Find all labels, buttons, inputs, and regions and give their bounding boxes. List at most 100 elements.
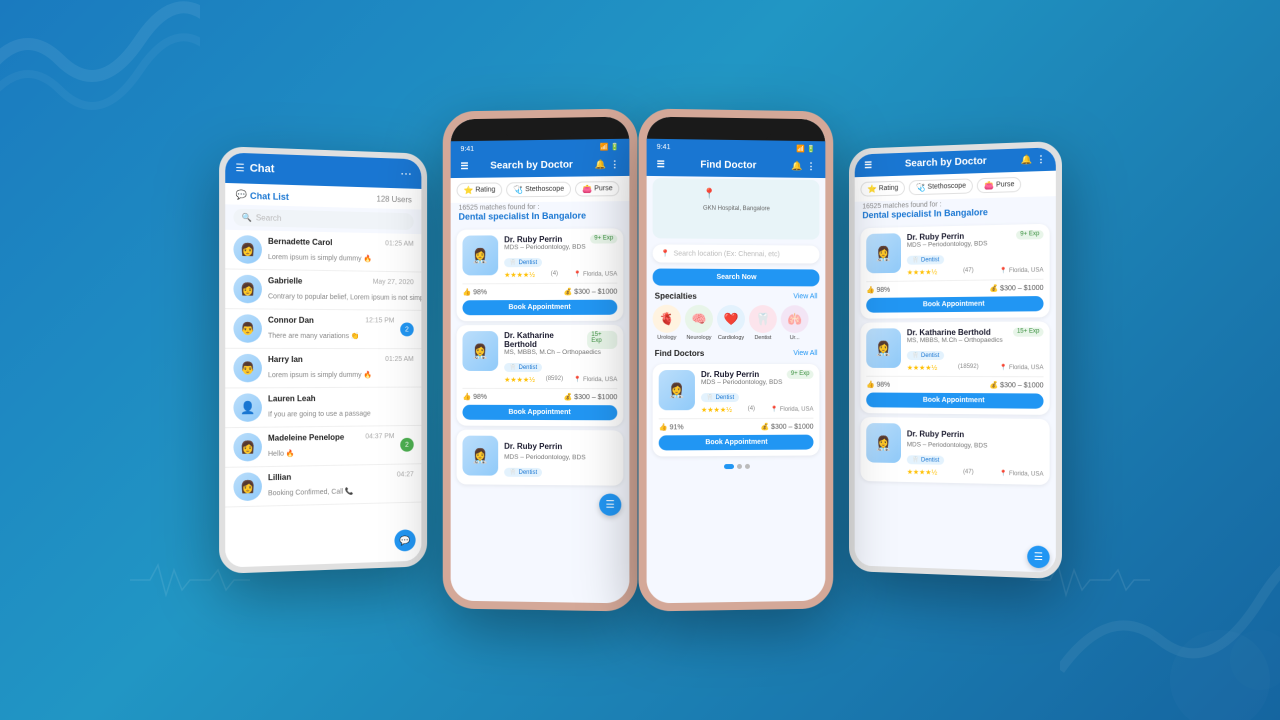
like-pct: 👍 98% — [866, 381, 890, 389]
chat-list-emoji: 💬 — [235, 189, 246, 200]
specialty-urology[interactable]: 🫀 Urology — [652, 305, 680, 341]
dentist-icon: 🦷 — [509, 364, 516, 371]
header-actions: 🔔 ⋮ — [1020, 154, 1045, 166]
filter-stethoscope[interactable]: 🩺 Stethoscope — [506, 182, 571, 198]
card-bottom: 👍 98% 💰 $300 – $1000 — [866, 376, 1043, 390]
book-appointment-btn[interactable]: Book Appointment — [658, 435, 813, 451]
chat-list-label: Chat List — [249, 190, 288, 201]
doctor-details: Dr. Ruby Perrin 9+ Exp MDS – Periodontol… — [700, 370, 813, 414]
phone-chat: ☰ Chat ⋯ 💬 Chat List 128 Users 🔍 Search — [219, 146, 427, 574]
doctor-spec: MDS – Periodontology, BDS — [906, 441, 1043, 450]
filter-label: Stethoscope — [927, 183, 965, 191]
chat-info-gabrielle: Gabrielle May 27, 2020 Contrary to popul… — [267, 276, 413, 305]
filter-label: Rating — [475, 187, 495, 194]
doctor-spec: MDS – Periodontology, BDS — [504, 454, 617, 462]
map-area: 📍 GKN Hospital, Bangalore — [652, 178, 819, 240]
filter-purse[interactable]: 👛 Purse — [976, 177, 1021, 193]
chat-fab-icon[interactable]: 💬 — [394, 529, 415, 551]
specialty-label: Neurology — [686, 335, 711, 341]
purse-icon: 👛 — [983, 181, 993, 190]
fab-button[interactable]: ☰ — [1027, 545, 1049, 568]
search-now-button[interactable]: Search Now — [652, 269, 819, 287]
price: 💰 $300 – $1000 — [563, 288, 617, 296]
doctor-spec: MDS – Periodontology, BDS — [906, 239, 1043, 249]
star-rating: ★★★★½ — [906, 364, 936, 372]
filter-rating[interactable]: ⭐ Rating — [860, 181, 905, 197]
notification-icon[interactable]: 🔔 — [594, 159, 605, 170]
chat-info-connor: Connor Dan 12:15 PM There are many varia… — [267, 315, 393, 343]
search-right-title: Search by Doctor — [904, 156, 986, 170]
chat-item-madeleine[interactable]: 👩 Madeleine Penelope 04:37 PM Hello 🔥 2 — [225, 426, 421, 468]
filter-rating[interactable]: ⭐ Rating — [456, 182, 502, 197]
fab-button[interactable]: ☰ — [599, 494, 621, 516]
filter-purse[interactable]: 👛 Purse — [575, 181, 620, 197]
find-header: ☰ Find Doctor 🔔 ⋮ — [646, 153, 825, 178]
reviews: (47) — [962, 469, 973, 477]
more-icon[interactable]: ⋮ — [806, 161, 815, 172]
specialty-dentist[interactable]: 🦷 Dentist — [748, 305, 776, 341]
location: 📍 Florida, USA — [999, 364, 1043, 372]
book-btn-r1[interactable]: Book Appointment — [866, 392, 1043, 408]
like-pct: 👍 98% — [462, 393, 486, 401]
menu-icon[interactable]: ☰ — [656, 159, 664, 170]
avatar-lillian: 👩 — [233, 472, 261, 501]
chat-item-gabrielle[interactable]: 👩 Gabrielle May 27, 2020 Contrary to pop… — [225, 269, 421, 310]
more-icon[interactable]: ⋮ — [1036, 154, 1045, 165]
view-all-specialties[interactable]: View All — [793, 293, 817, 300]
search-placeholder: Search — [255, 213, 281, 223]
book-btn[interactable]: Book Appointment — [462, 300, 617, 316]
contact-name: Bernadette Carol — [267, 236, 331, 246]
more-icon[interactable]: ⋮ — [610, 159, 619, 170]
doctor-name: Dr. Katharine Berthold — [906, 328, 990, 337]
card-top: 👩‍⚕️ Dr. Ruby Perrin 9+ Exp MDS – Period… — [462, 234, 617, 279]
notch — [504, 121, 574, 140]
notification-icon[interactable]: 🔔 — [791, 161, 802, 172]
location-search[interactable]: 📍 Search location (Ex: Chennai, etc) — [652, 244, 819, 263]
doctor-name: Dr. Ruby Perrin — [504, 235, 562, 244]
book-btn-r0[interactable]: Book Appointment — [866, 296, 1043, 313]
filter-stethoscope[interactable]: 🩺 Stethoscope — [908, 178, 972, 195]
status-time: 9:41 — [656, 143, 670, 150]
hamburger-icon[interactable]: ☰ — [235, 162, 244, 173]
specialty-icon: ❤️ — [717, 305, 745, 333]
filter-bar: ⭐ Rating 🩺 Stethoscope 👛 Purse — [450, 176, 629, 203]
notification-icon[interactable]: 🔔 — [1020, 154, 1031, 166]
specialty-icon: 🫀 — [652, 305, 680, 333]
doctor-card-2: 👩‍⚕️ Dr. Ruby Perrin MDS – Periodontolog… — [456, 430, 623, 486]
chat-item-lauren[interactable]: 👤 Lauren Leah If you are going to use a … — [225, 388, 421, 429]
filter-label: Stethoscope — [525, 186, 564, 193]
chat-item-bernadette[interactable]: 👩 Bernadette Carol 01:25 AM Lorem ipsum … — [225, 230, 421, 273]
name-row: Lauren Leah — [267, 393, 413, 403]
map-pin-icon: 📍 — [703, 189, 715, 200]
book-btn[interactable]: Book Appointment — [462, 405, 617, 421]
specialty-icon: 🦷 — [748, 305, 776, 333]
specialty-label: Urology — [657, 335, 676, 341]
chat-more-icon[interactable]: ⋯ — [400, 167, 412, 181]
doctor-details: Dr. Katharine Berthold 15+ Exp MS, MBBS,… — [906, 327, 1043, 372]
chat-search-bar[interactable]: 🔍 Search — [233, 209, 413, 230]
dentist-icon: 🦷 — [911, 352, 918, 359]
reviews: (8592) — [545, 376, 562, 384]
specialty-cardiology[interactable]: ❤️ Cardiology — [717, 305, 745, 341]
specialty-neurology[interactable]: 🧠 Neurology — [684, 305, 712, 341]
specialty-other[interactable]: 🫁 Ur... — [780, 305, 808, 341]
price: 💰 $300 – $1000 — [989, 284, 1043, 293]
notch — [701, 121, 771, 140]
status-time: 9:41 — [460, 145, 473, 152]
exp-badge: 9+ Exp — [1016, 230, 1043, 240]
menu-icon[interactable]: ☰ — [864, 160, 872, 171]
contact-name: Lillian — [267, 472, 290, 482]
message-time: 04:27 — [396, 471, 413, 478]
card-top: 👩‍⚕️ Dr. Ruby Perrin 9+ Exp MDS – Period… — [658, 370, 813, 414]
menu-icon[interactable]: ☰ — [460, 161, 468, 172]
reviews: (4) — [747, 406, 754, 414]
specialty-label: Ur... — [789, 335, 799, 341]
chat-item-lillian[interactable]: 👩 Lillian 04:27 Booking Confirmed, Call … — [225, 464, 421, 507]
chat-item-connor[interactable]: 👨 Connor Dan 12:15 PM There are many var… — [225, 309, 421, 349]
unread-badge: 2 — [400, 438, 413, 452]
exp-badge: 15+ Exp — [587, 331, 617, 349]
view-all-doctors[interactable]: View All — [793, 350, 817, 357]
chat-item-harry[interactable]: 👨 Harry Ian 01:25 AM Lorem ipsum is simp… — [225, 349, 421, 389]
like-pct: 👍 98% — [866, 286, 890, 294]
purse-icon: 👛 — [582, 184, 592, 193]
